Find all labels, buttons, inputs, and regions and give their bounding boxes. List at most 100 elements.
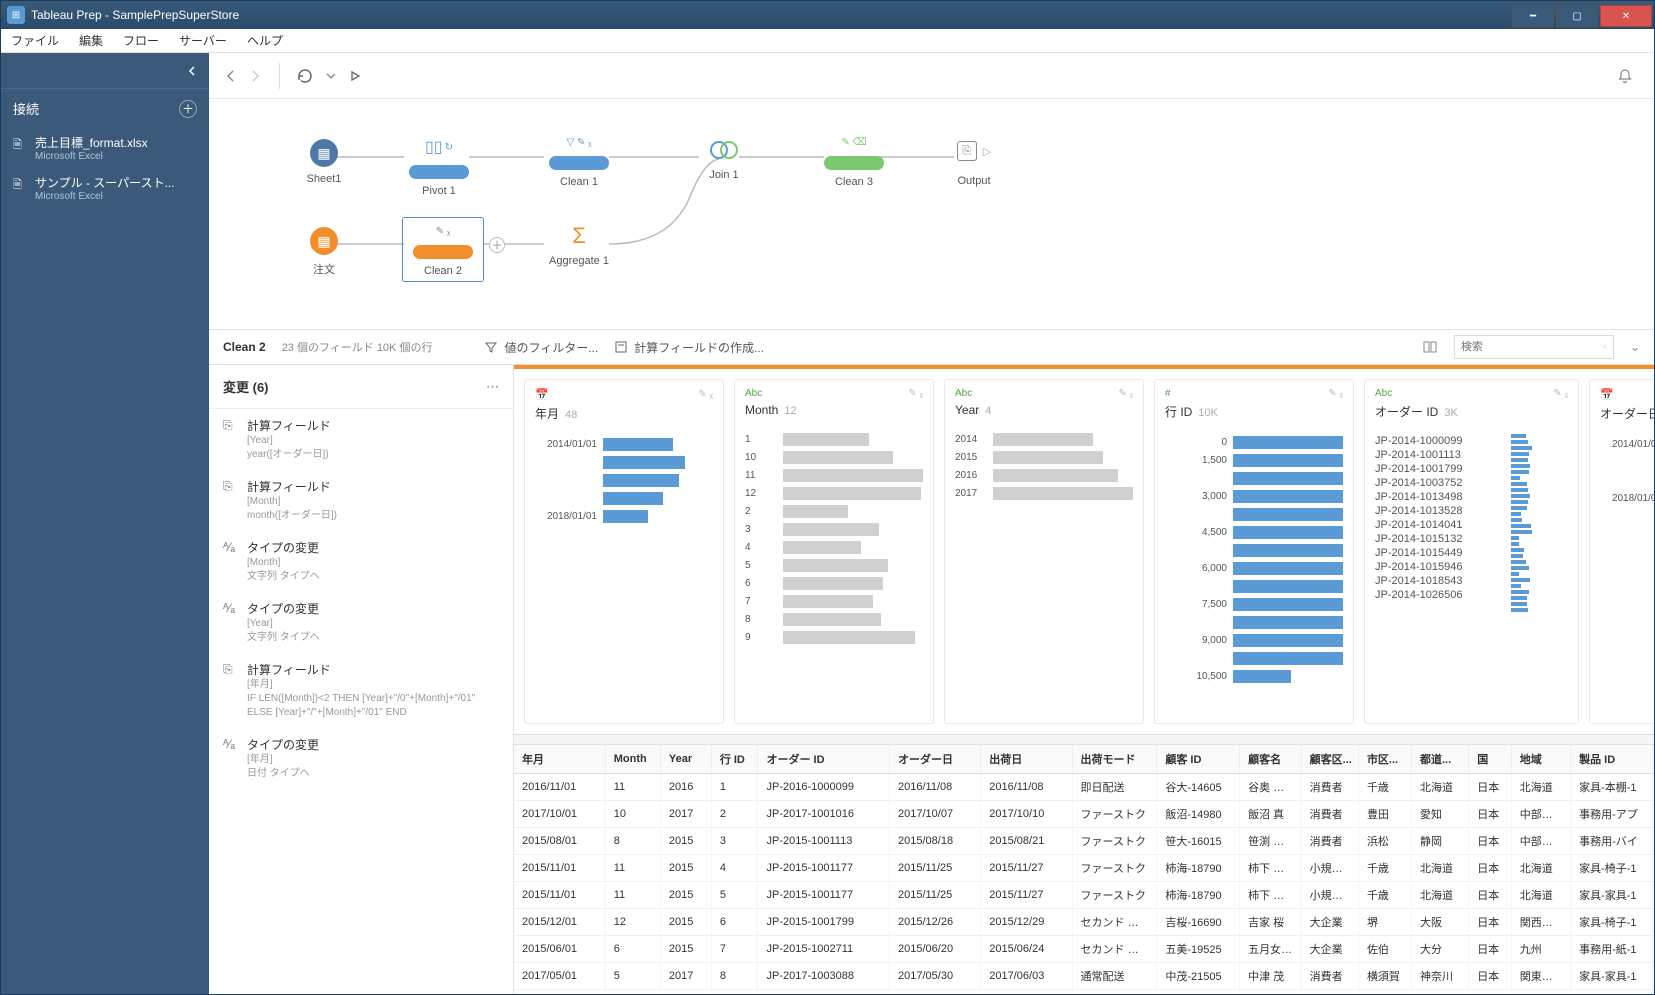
table-row[interactable]: 2015/06/01620157JP-2015-10027112015/06/2… bbox=[514, 936, 1654, 963]
column-header[interactable]: 出荷日 bbox=[981, 745, 1072, 774]
back-button[interactable] bbox=[223, 68, 239, 84]
connections-label: 接続 bbox=[13, 99, 39, 118]
table-row[interactable]: 2017/05/01520178JP-2017-10030882017/05/3… bbox=[514, 963, 1654, 990]
column-header[interactable]: Year bbox=[660, 745, 711, 774]
column-header[interactable]: 顧客名 bbox=[1240, 745, 1302, 774]
flow-node-order[interactable]: ▦ 注文 bbox=[279, 227, 369, 277]
profile-card[interactable]: Abc ✎ ᵪ オーダー ID3K JP-2014-1000099JP-2014… bbox=[1364, 379, 1579, 724]
flow-node-pivot1[interactable]: ▯▯↻ Pivot 1 bbox=[394, 137, 484, 197]
calc-icon: ⎘ bbox=[223, 417, 239, 462]
search-input[interactable] bbox=[1454, 335, 1614, 359]
flow-node-output[interactable]: ⎘ ▷ Output bbox=[929, 141, 1019, 187]
card-menu-icon[interactable]: ✎ ᵪ bbox=[1553, 388, 1568, 399]
profile-card[interactable]: Abc ✎ ᵪ Year4 2014201520162017 bbox=[944, 379, 1144, 724]
menu-server[interactable]: サーバー bbox=[169, 29, 237, 52]
card-menu-icon[interactable]: ✎ ᵪ bbox=[908, 388, 923, 399]
menu-flow[interactable]: フロー bbox=[113, 29, 169, 52]
table-row[interactable]: 2016/10/011020169JP-2016-10037522016/10/… bbox=[514, 990, 1654, 995]
sidebar: 接続 ＋ 🗎 売上目標_format.xlsx Microsoft Excel🗎… bbox=[1, 53, 209, 994]
change-item[interactable]: ⎘ 計算フィールド [年月] IF LEN([Month])<2 THEN [Y… bbox=[209, 653, 513, 728]
flow-node-join1[interactable]: Join 1 bbox=[679, 139, 769, 181]
changes-menu-icon[interactable]: ⋯ bbox=[486, 379, 499, 395]
table-row[interactable]: 2015/11/011120154JP-2015-10011772015/11/… bbox=[514, 855, 1654, 882]
app-window: ⊞ Tableau Prep - SamplePrepSuperStore ━ … bbox=[0, 0, 1655, 995]
filter-values-button[interactable]: 値のフィルター... bbox=[484, 339, 598, 356]
column-header[interactable]: 地域 bbox=[1511, 745, 1570, 774]
search-icon bbox=[1603, 341, 1607, 353]
card-menu-icon[interactable]: ✎ ᵪ bbox=[698, 389, 713, 400]
create-calc-button[interactable]: 計算フィールドの作成... bbox=[614, 339, 764, 356]
options-dropdown[interactable]: ⌄ bbox=[1630, 340, 1640, 354]
step-name: Clean 2 bbox=[223, 340, 266, 354]
funnel-icon bbox=[484, 340, 498, 354]
table-row[interactable]: 2017/10/011020172JP-2017-10010162017/10/… bbox=[514, 801, 1654, 828]
menu-help[interactable]: ヘルプ bbox=[237, 29, 293, 52]
table-row[interactable]: 2015/12/011220156JP-2015-10017992015/12/… bbox=[514, 909, 1654, 936]
change-item[interactable]: ⎘ 計算フィールド [Month] month([オーダー日]) bbox=[209, 470, 513, 531]
column-header[interactable]: 顧客 ID bbox=[1157, 745, 1240, 774]
view-toggle-icon[interactable] bbox=[1422, 339, 1438, 355]
app-icon: ⊞ bbox=[7, 6, 25, 24]
menu-file[interactable]: ファイル bbox=[1, 29, 69, 52]
card-menu-icon[interactable]: ✎ ᵪ bbox=[1328, 388, 1343, 399]
table-row[interactable]: 2015/11/011120155JP-2015-10011772015/11/… bbox=[514, 882, 1654, 909]
horizontal-scrollbar[interactable] bbox=[514, 734, 1654, 744]
clean-icons: ✎ ⌫ bbox=[809, 137, 899, 148]
table-row[interactable]: 2016/11/011120161JP-2016-10000992016/11/… bbox=[514, 774, 1654, 801]
add-connection-button[interactable]: ＋ bbox=[179, 100, 197, 118]
column-header[interactable]: 製品 ID bbox=[1571, 745, 1654, 774]
step-toolbar: Clean 2 23 個のフィールド 10K 個の行 値のフィルター... 計算… bbox=[209, 329, 1654, 365]
column-header[interactable]: 年月 bbox=[514, 745, 605, 774]
profile-card[interactable]: 📅 ✎ ᵪ オーダー日1K 2014/01/012018/01/01 bbox=[1589, 379, 1654, 724]
forward-button[interactable] bbox=[247, 68, 263, 84]
flow-node-aggregate1[interactable]: Σ Aggregate 1 bbox=[534, 223, 624, 267]
close-button[interactable]: ✕ bbox=[1600, 5, 1652, 27]
flow-toolbar bbox=[209, 53, 1654, 99]
change-item[interactable]: ᴬ⁄ₐ タイプの変更 [Month] 文字列 タイプへ bbox=[209, 531, 513, 592]
add-step-button[interactable]: ＋ bbox=[489, 237, 505, 253]
profile-card[interactable]: 📅 ✎ ᵪ 年月48 2014/01/012018/01/01 bbox=[524, 379, 724, 724]
pivot-icon: ▯▯↻ bbox=[424, 137, 454, 157]
connection-item[interactable]: 🗎 サンプル - スーパースト... Microsoft Excel bbox=[1, 168, 209, 208]
run-flow-button[interactable] bbox=[348, 69, 362, 83]
column-header[interactable]: 国 bbox=[1469, 745, 1511, 774]
profile-cards-row[interactable]: 📅 ✎ ᵪ 年月48 2014/01/012018/01/01 Abc ✎ ᵪ … bbox=[514, 369, 1654, 734]
menubar: ファイル 編集 フロー サーバー ヘルプ bbox=[1, 29, 1654, 53]
menu-edit[interactable]: 編集 bbox=[69, 29, 113, 52]
change-item[interactable]: ᴬ⁄ₐ タイプの変更 [Year] 文字列 タイプへ bbox=[209, 592, 513, 653]
minimize-button[interactable]: ━ bbox=[1512, 5, 1554, 27]
column-header[interactable]: 顧客区... bbox=[1301, 745, 1358, 774]
column-header[interactable]: 行 ID bbox=[711, 745, 758, 774]
run-output-icon[interactable]: ▷ bbox=[983, 145, 991, 158]
card-menu-icon[interactable]: ✎ ᵪ bbox=[1118, 388, 1133, 399]
column-header[interactable]: Month bbox=[605, 745, 660, 774]
refresh-button[interactable] bbox=[296, 67, 314, 85]
datasource-icon: ▦ bbox=[310, 227, 338, 255]
flow-canvas[interactable]: ▦ Sheet1 ▯▯↻ Pivot 1 ▽ ✎ ᵪ Clean 1 bbox=[209, 99, 1654, 329]
change-item[interactable]: ᴬ⁄ₐ タイプの変更 [年月] 日付 タイプへ bbox=[209, 728, 513, 789]
sidebar-collapse-button[interactable] bbox=[1, 53, 209, 89]
table-row[interactable]: 2015/08/01820153JP-2015-10011132015/08/1… bbox=[514, 828, 1654, 855]
column-header[interactable]: 都道... bbox=[1411, 745, 1468, 774]
notifications-icon[interactable] bbox=[1616, 67, 1634, 85]
maximize-button[interactable]: ▢ bbox=[1556, 5, 1598, 27]
profile-card[interactable]: # ✎ ᵪ 行 ID10K 01,5003,0004,5006,0007,500… bbox=[1154, 379, 1354, 724]
document-icon: 🗎 bbox=[13, 176, 27, 195]
clean-icons: ✎ ᵪ bbox=[407, 226, 479, 237]
data-grid[interactable]: 年月MonthYear行 IDオーダー IDオーダー日出荷日出荷モード顧客 ID… bbox=[514, 744, 1654, 994]
connection-item[interactable]: 🗎 売上目標_format.xlsx Microsoft Excel bbox=[1, 128, 209, 168]
window-title: Tableau Prep - SamplePrepSuperStore bbox=[31, 8, 1512, 22]
column-header[interactable]: オーダー ID bbox=[758, 745, 890, 774]
change-item[interactable]: ⎘ 計算フィールド [Year] year([オーダー日]) bbox=[209, 409, 513, 470]
flow-node-clean1[interactable]: ▽ ✎ ᵪ Clean 1 bbox=[534, 137, 624, 188]
chevron-left-icon bbox=[187, 66, 197, 76]
column-header[interactable]: 市区... bbox=[1358, 745, 1411, 774]
column-header[interactable]: 出荷モード bbox=[1072, 745, 1157, 774]
chevron-down-icon[interactable] bbox=[324, 69, 338, 83]
flow-node-clean2[interactable]: ✎ ᵪ Clean 2 bbox=[402, 217, 484, 282]
profile-card[interactable]: Abc ✎ ᵪ Month12 110111223456789 bbox=[734, 379, 934, 724]
flow-node-clean3[interactable]: ✎ ⌫ Clean 3 bbox=[809, 137, 899, 188]
column-header[interactable]: オーダー日 bbox=[890, 745, 981, 774]
type-icon: ᴬ⁄ₐ bbox=[223, 736, 239, 781]
flow-node-sheet1[interactable]: ▦ Sheet1 bbox=[279, 139, 369, 185]
